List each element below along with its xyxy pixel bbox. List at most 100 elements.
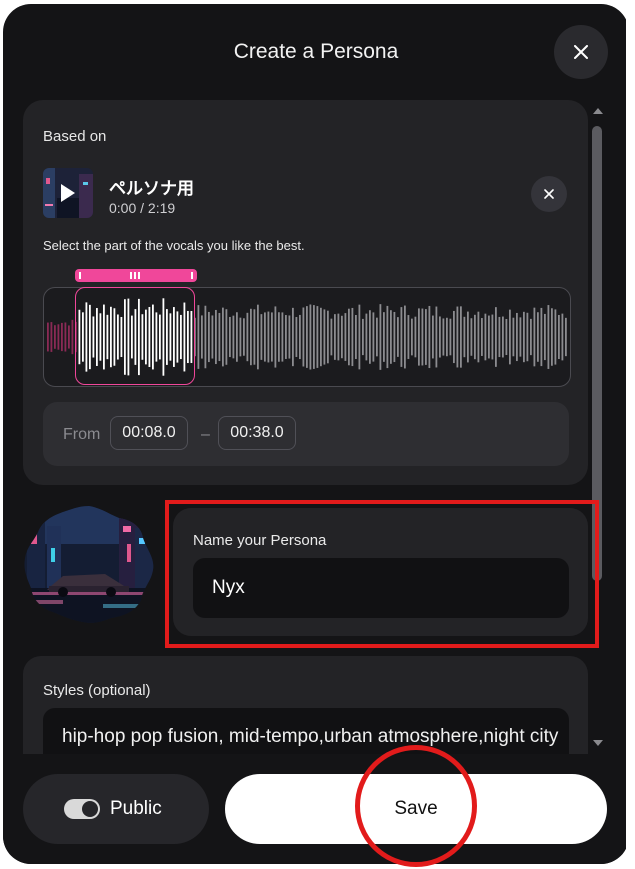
remove-song-button[interactable] xyxy=(531,176,567,212)
create-persona-modal: Create a Persona Based on ペルソナ用 0:00 / 2… xyxy=(3,4,629,864)
song-title: ペルソナ用 xyxy=(109,179,194,198)
waveform-bar xyxy=(390,310,392,364)
waveform-bar xyxy=(309,304,312,370)
waveform-bar xyxy=(386,305,389,369)
waveform-bar xyxy=(351,307,354,367)
song-thumbnail-play-button[interactable] xyxy=(43,168,93,218)
public-label: Public xyxy=(110,798,162,819)
waveform-bar xyxy=(442,318,445,356)
waveform-bar xyxy=(348,308,350,366)
waveform-bar xyxy=(505,318,508,356)
scrollbar[interactable] xyxy=(590,104,604,752)
styles-label: Styles (optional) xyxy=(43,682,151,699)
waveform-bar xyxy=(54,325,56,349)
handle-center-grip xyxy=(130,272,132,279)
close-icon xyxy=(574,45,588,59)
waveform-bar xyxy=(383,312,385,362)
annotation-highlight-box xyxy=(165,500,599,648)
waveform-bar xyxy=(236,312,238,362)
scroll-down-arrow-icon[interactable] xyxy=(593,740,603,746)
waveform-bar xyxy=(453,310,455,364)
annotation-circle-save xyxy=(355,745,477,867)
waveform-bar xyxy=(64,322,67,352)
waveform-bar xyxy=(344,313,347,361)
waveform-bar xyxy=(260,314,263,360)
waveform-bar xyxy=(537,312,539,362)
waveform-bar xyxy=(547,305,550,369)
play-icon xyxy=(61,184,75,202)
waveform-bar xyxy=(288,315,291,359)
waveform-bar xyxy=(316,306,319,368)
waveform-bar xyxy=(278,312,280,362)
from-time-field[interactable]: 00:08.0 xyxy=(110,416,188,450)
waveform-bar xyxy=(271,312,273,362)
waveform-bar xyxy=(463,316,466,358)
based-on-label: Based on xyxy=(43,128,107,145)
scroll-up-arrow-icon[interactable] xyxy=(593,108,603,114)
waveform-bar xyxy=(330,318,333,356)
vocal-selection-instruction: Select the part of the vocals you like t… xyxy=(43,238,305,253)
waveform-bar xyxy=(47,322,49,352)
waveform-bar xyxy=(229,316,231,358)
waveform-bar xyxy=(407,315,410,359)
waveform-bar xyxy=(551,308,553,366)
waveform-bar xyxy=(376,317,378,357)
waveform-bar xyxy=(565,317,567,357)
waveform-bar xyxy=(456,306,459,368)
waveform-bar xyxy=(362,318,364,356)
waveform-bar xyxy=(488,315,490,359)
waveform-selection[interactable] xyxy=(75,287,195,385)
waveform-bar xyxy=(421,308,424,366)
waveform-bar xyxy=(467,311,469,363)
waveform-bar xyxy=(264,312,266,362)
public-toggle-button[interactable]: Public xyxy=(23,774,209,844)
waveform-bar xyxy=(327,310,329,364)
waveform-bar xyxy=(526,312,529,362)
waveform-bar xyxy=(323,309,326,365)
waveform-bar xyxy=(253,309,256,365)
close-icon xyxy=(544,189,554,199)
waveform-bar xyxy=(281,312,284,362)
public-toggle-switch[interactable] xyxy=(64,799,100,819)
waveform-bar xyxy=(400,307,403,367)
range-separator: – xyxy=(201,426,210,443)
waveform-bar xyxy=(274,306,277,368)
waveform-bar xyxy=(267,311,270,363)
waveform-bar xyxy=(495,307,497,367)
waveform-bar xyxy=(337,313,340,361)
range-drag-handle[interactable] xyxy=(75,269,197,282)
song-time: 0:00 / 2:19 xyxy=(109,200,176,216)
handle-center-grip xyxy=(134,272,136,279)
waveform-bar xyxy=(369,310,371,364)
handle-right-grip[interactable] xyxy=(191,272,193,279)
waveform-bar xyxy=(411,318,413,356)
waveform-bar xyxy=(404,305,406,369)
waveform-bar xyxy=(225,309,228,365)
modal-footer: Public Save xyxy=(3,754,629,864)
waveform-bar xyxy=(435,306,438,368)
waveform-bar xyxy=(561,313,564,361)
persona-avatar[interactable] xyxy=(23,504,155,624)
waveform-bar xyxy=(446,317,448,357)
waveform-bar xyxy=(50,322,53,352)
waveform-bar xyxy=(502,316,504,358)
waveform-bar xyxy=(197,305,200,369)
waveform-bar xyxy=(341,315,343,359)
waveform-bar xyxy=(540,307,543,367)
to-time-field[interactable]: 00:38.0 xyxy=(218,416,296,450)
waveform-bar xyxy=(57,324,60,350)
waveform-bar xyxy=(250,308,252,366)
waveform-bar xyxy=(285,315,287,359)
waveform-bar xyxy=(246,312,249,362)
waveform-bar xyxy=(208,311,210,363)
waveform-bar xyxy=(533,307,536,367)
close-modal-button[interactable] xyxy=(554,25,608,79)
waveform-bar xyxy=(474,314,476,360)
waveform-bar xyxy=(218,312,221,362)
handle-left-grip[interactable] xyxy=(79,272,81,279)
waveform-bar xyxy=(428,305,431,369)
waveform-bar xyxy=(68,325,70,349)
waveform-bar xyxy=(320,307,322,367)
waveform-bar xyxy=(477,311,480,363)
waveform-bar xyxy=(460,306,462,368)
